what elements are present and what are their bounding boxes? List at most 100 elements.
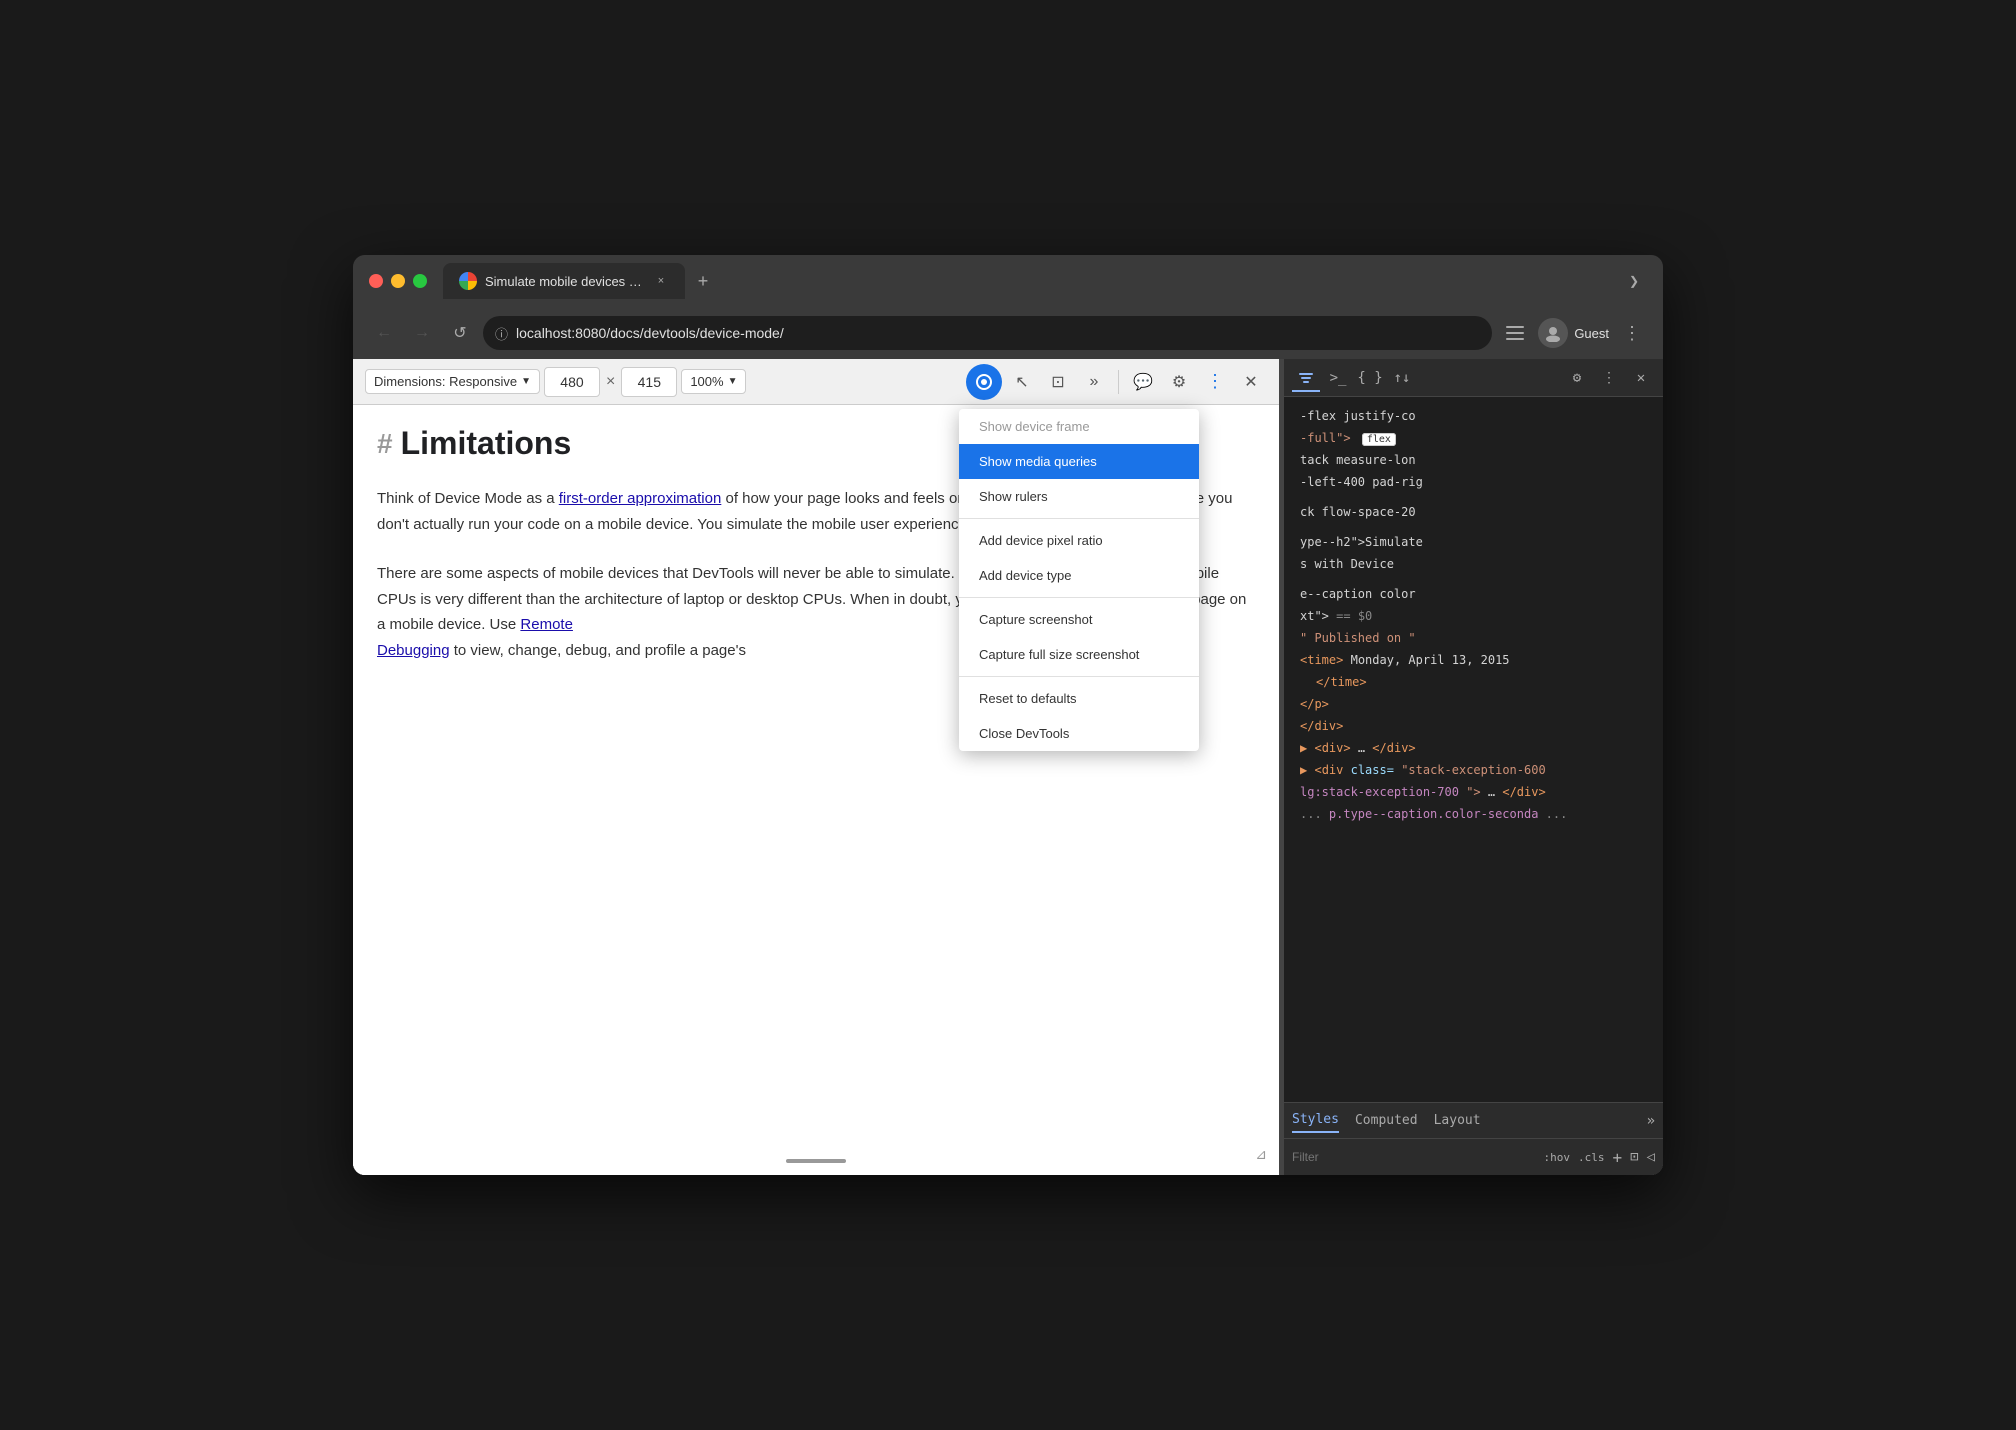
tab-title: Simulate mobile devices with D bbox=[485, 274, 645, 289]
devtools-more-icon: ⋮ bbox=[1206, 371, 1224, 392]
address-bar[interactable]: ⓘ localhost:8080/docs/devtools/device-mo… bbox=[483, 316, 1492, 350]
menu-item-add-device-pixel-ratio[interactable]: Add device pixel ratio bbox=[959, 523, 1199, 558]
back-button[interactable]: ← bbox=[369, 318, 399, 348]
bottom-panel: Styles Computed Layout » :hov .cls + ⊡ ◁ bbox=[1284, 1102, 1663, 1175]
menu-item-add-device-type[interactable]: Add device type bbox=[959, 558, 1199, 593]
html-line: " Published on " bbox=[1284, 627, 1663, 649]
styles-filter-input[interactable] bbox=[1292, 1150, 1535, 1164]
new-tab-button[interactable]: + bbox=[689, 267, 717, 295]
active-tab[interactable]: Simulate mobile devices with D × bbox=[443, 263, 685, 299]
link-first-order[interactable]: first-order approximation bbox=[559, 490, 722, 507]
elements-tab[interactable] bbox=[1292, 364, 1320, 392]
more-tabs-button[interactable]: » bbox=[1647, 1113, 1655, 1129]
height-input[interactable] bbox=[621, 367, 677, 397]
zoom-label: 100% bbox=[690, 374, 723, 389]
flex-badge: flex bbox=[1362, 433, 1396, 446]
context-dropdown-menu: Show device frame Show media queries Sho… bbox=[959, 409, 1199, 751]
console-tab[interactable]: >_ bbox=[1324, 364, 1352, 392]
scroll-indicator bbox=[786, 1159, 846, 1163]
network-tab-icon: ↑↓ bbox=[1394, 370, 1411, 386]
hov-toggle[interactable]: :hov bbox=[1543, 1151, 1570, 1164]
styles-filter-bar: :hov .cls + ⊡ ◁ bbox=[1284, 1139, 1663, 1175]
url-display: localhost:8080/docs/devtools/device-mode… bbox=[516, 325, 784, 341]
cls-toggle[interactable]: .cls bbox=[1578, 1151, 1605, 1164]
menu-item-show-device-frame[interactable]: Show device frame bbox=[959, 409, 1199, 444]
html-line: ype--h2">Simulate bbox=[1284, 531, 1663, 553]
html-line: s with Device bbox=[1284, 553, 1663, 575]
show-media-queries-label: Show media queries bbox=[979, 454, 1097, 469]
show-device-frame-label: Show device frame bbox=[979, 419, 1090, 434]
html-line: -left-400 pad-rig bbox=[1284, 471, 1663, 493]
sources-tab-icon: { } bbox=[1357, 370, 1382, 386]
html-line: lg:stack-exception-700 "> … </div> bbox=[1284, 781, 1663, 803]
link-remote-debugging[interactable]: RemoteDebugging bbox=[377, 616, 573, 659]
more-panels-button[interactable]: » bbox=[1078, 366, 1110, 398]
html-spacer bbox=[1284, 575, 1663, 583]
close-window-button[interactable] bbox=[369, 274, 383, 288]
html-line: e--caption color bbox=[1284, 583, 1663, 605]
dropdown-arrow-icon: ▼ bbox=[521, 376, 531, 387]
chrome-icon bbox=[459, 272, 477, 290]
toolbar-separator bbox=[1118, 370, 1119, 394]
html-source-panel: -flex justify-co -full"> flex tack measu… bbox=[1284, 397, 1663, 1102]
network-tab[interactable]: ↑↓ bbox=[1388, 364, 1416, 392]
add-device-type-label: Add device type bbox=[979, 568, 1072, 583]
resize-handle[interactable]: ⊿ bbox=[1255, 1146, 1267, 1163]
console-button[interactable]: 💬 bbox=[1127, 366, 1159, 398]
devtools-settings-button[interactable]: ⚙ bbox=[1563, 364, 1591, 392]
device-icon: ⊡ bbox=[1051, 372, 1064, 392]
sources-tab[interactable]: { } bbox=[1356, 364, 1384, 392]
maximize-window-button[interactable] bbox=[413, 274, 427, 288]
device-mode-button[interactable] bbox=[966, 364, 1002, 400]
toggle-sidebar-button[interactable]: ◁ bbox=[1647, 1149, 1655, 1165]
tab-close-button[interactable]: × bbox=[653, 273, 669, 289]
computed-tab[interactable]: Computed bbox=[1355, 1109, 1418, 1132]
reload-button[interactable]: ↺ bbox=[445, 318, 475, 348]
menu-item-show-rulers[interactable]: Show rulers bbox=[959, 479, 1199, 514]
menu-item-capture-screenshot[interactable]: Capture screenshot bbox=[959, 602, 1199, 637]
html-spacer bbox=[1284, 523, 1663, 531]
inspect-element-button[interactable]: ↖ bbox=[1006, 366, 1038, 398]
menu-item-capture-full-size[interactable]: Capture full size screenshot bbox=[959, 637, 1199, 672]
devtools-more-options-button[interactable]: ⋮ bbox=[1595, 364, 1623, 392]
add-rule-button[interactable]: + bbox=[1612, 1148, 1622, 1167]
nav-bar: ← → ↺ ⓘ localhost:8080/docs/devtools/dev… bbox=[353, 307, 1663, 359]
capture-screenshot-label: Capture screenshot bbox=[979, 612, 1092, 627]
forward-button[interactable]: → bbox=[407, 318, 437, 348]
close-devtools-button[interactable]: ✕ bbox=[1235, 366, 1267, 398]
menu-item-reset-defaults[interactable]: Reset to defaults bbox=[959, 681, 1199, 716]
hash-icon: # bbox=[377, 428, 393, 460]
devtools-close-button[interactable]: ✕ bbox=[1627, 364, 1655, 392]
minimize-window-button[interactable] bbox=[391, 274, 405, 288]
chrome-more-button[interactable]: ⋮ bbox=[1617, 318, 1647, 348]
tab-overflow-button[interactable]: ❯ bbox=[1621, 270, 1647, 292]
devtools-panel: >_ { } ↑↓ ⚙ ⋮ ✕ -flex justify-co bbox=[1283, 359, 1663, 1175]
zoom-button[interactable]: 100% ▼ bbox=[681, 369, 746, 394]
menu-divider-1 bbox=[959, 518, 1199, 519]
html-line: ▶ <div class= "stack-exception-600 bbox=[1284, 759, 1663, 781]
tab-bar: Simulate mobile devices with D × + ❯ bbox=[443, 263, 1647, 299]
console-tab-icon: >_ bbox=[1330, 370, 1347, 386]
html-line: <time> Monday, April 13, 2015 bbox=[1284, 649, 1663, 671]
layout-tab[interactable]: Layout bbox=[1434, 1109, 1481, 1132]
html-line: -flex justify-co bbox=[1284, 405, 1663, 427]
show-rulers-label: Show rulers bbox=[979, 489, 1048, 504]
profile-area[interactable]: Guest bbox=[1538, 318, 1609, 348]
styles-tab[interactable]: Styles bbox=[1292, 1108, 1339, 1133]
devtools-more-button[interactable]: ⋮ bbox=[1199, 366, 1231, 398]
heading-text: Limitations bbox=[401, 425, 572, 462]
device-toggle-button[interactable]: ⊡ bbox=[1042, 366, 1074, 398]
width-input[interactable] bbox=[544, 367, 600, 397]
avatar bbox=[1538, 318, 1568, 348]
toggle-element-state-button[interactable]: ⊡ bbox=[1630, 1149, 1638, 1165]
html-line: </div> bbox=[1284, 715, 1663, 737]
browser-window: Simulate mobile devices with D × + ❯ ← →… bbox=[353, 255, 1663, 1175]
sidebar-toggle-button[interactable] bbox=[1500, 318, 1530, 348]
reset-defaults-label: Reset to defaults bbox=[979, 691, 1077, 706]
html-line: ... p.type--caption.color-seconda ... bbox=[1284, 803, 1663, 825]
menu-item-show-media-queries[interactable]: Show media queries bbox=[959, 444, 1199, 479]
settings-button[interactable]: ⚙ bbox=[1163, 366, 1195, 398]
title-bar: Simulate mobile devices with D × + ❯ bbox=[353, 255, 1663, 307]
dimensions-button[interactable]: Dimensions: Responsive ▼ bbox=[365, 369, 540, 394]
menu-item-close-devtools[interactable]: Close DevTools bbox=[959, 716, 1199, 751]
